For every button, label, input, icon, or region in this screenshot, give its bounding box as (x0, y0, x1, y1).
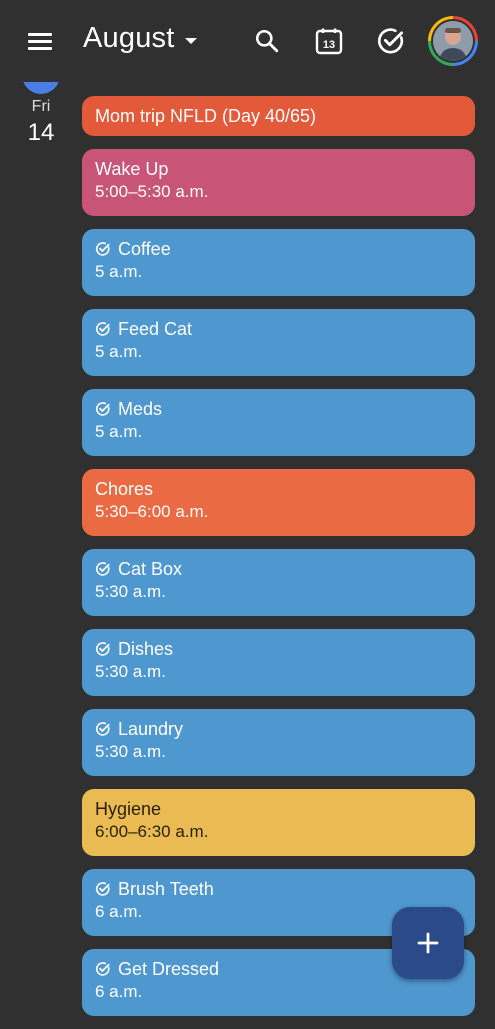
task-check-icon (95, 321, 111, 337)
menu-icon-line (28, 40, 52, 43)
event-title-text: Chores (95, 479, 154, 499)
task-check-icon (95, 401, 111, 417)
event-title-text: Hygiene (95, 799, 162, 819)
dropdown-arrow-icon (184, 37, 197, 44)
day-number: 14 (27, 119, 55, 146)
event-title: Brush Teeth (95, 878, 462, 900)
event-card[interactable]: Wake Up 5:00–5:30 a.m. (82, 149, 475, 216)
menu-icon-line (28, 33, 52, 36)
event-title-text: Wake Up (95, 159, 169, 179)
event-time: 5:30 a.m. (95, 662, 166, 681)
schedule-event-list: Mom trip NFLD (Day 40/65) Wake Up 5:00–5:3… (82, 96, 475, 1029)
task-card[interactable]: Meds 5 a.m. (82, 389, 475, 456)
event-title: Hygiene (95, 798, 462, 820)
event-time: 5 a.m. (95, 342, 143, 361)
task-card[interactable]: Laundry 5:30 a.m. (82, 709, 475, 776)
menu-button[interactable] (26, 28, 56, 54)
account-avatar[interactable] (428, 16, 478, 66)
month-selector[interactable]: August (83, 22, 197, 55)
task-check-icon (95, 961, 111, 977)
svg-text:13: 13 (323, 39, 335, 51)
event-title-text: Feed Cat (118, 319, 193, 339)
event-title-text: Mom trip NFLD (Day 40/65) (95, 106, 317, 126)
event-title-text: Coffee (118, 239, 171, 259)
task-check-icon (377, 28, 404, 54)
event-title: Feed Cat (95, 318, 462, 340)
event-title: Meds (95, 398, 462, 420)
task-card[interactable]: Cat Box 5:30 a.m. (82, 549, 475, 616)
search-button[interactable] (250, 24, 284, 58)
top-app-bar: August 13 (0, 0, 495, 82)
event-title: Chores (95, 478, 462, 500)
today-button[interactable]: 13 (312, 24, 346, 58)
task-check-icon (95, 561, 111, 577)
event-title-text: Laundry (118, 719, 184, 739)
event-card[interactable]: Chores 5:30–6:00 a.m. (82, 469, 475, 536)
event-title: Mom trip NFLD (Day 40/65) (95, 105, 462, 127)
menu-icon-line (28, 47, 52, 50)
event-title: Wake Up (95, 158, 462, 180)
avatar-ring (431, 19, 475, 63)
event-card[interactable]: Mom trip NFLD (Day 40/65) (82, 96, 475, 136)
day-of-week: Fri (31, 98, 51, 115)
event-title: Dishes (95, 638, 462, 660)
calendar-today-icon: 13 (315, 28, 343, 55)
event-time: 5:30 a.m. (95, 582, 166, 601)
day-header[interactable]: Fri 14 (14, 98, 68, 147)
event-time: 6:00–6:30 a.m. (95, 822, 209, 841)
event-title-text: Cat Box (118, 559, 183, 579)
create-event-button[interactable] (392, 907, 464, 979)
task-card[interactable]: Coffee 5 a.m. (82, 229, 475, 296)
event-time: 5:00–5:30 a.m. (95, 182, 209, 201)
event-card[interactable]: Hygiene 6:00–6:30 a.m. (82, 789, 475, 856)
event-time: 5 a.m. (95, 262, 143, 281)
search-icon (255, 29, 279, 53)
avatar-photo (433, 21, 473, 61)
event-title-text: Meds (118, 399, 163, 419)
event-time: 5:30–6:00 a.m. (95, 502, 209, 521)
task-check-icon (95, 641, 111, 657)
event-title: Laundry (95, 718, 462, 740)
event-title-text: Brush Teeth (118, 879, 214, 899)
plus-icon (417, 932, 439, 954)
task-card[interactable]: Feed Cat 5 a.m. (82, 309, 475, 376)
task-check-icon (95, 241, 111, 257)
task-check-icon (95, 721, 111, 737)
event-title-text: Get Dressed (118, 959, 220, 979)
task-card[interactable]: Dishes 5:30 a.m. (82, 629, 475, 696)
event-time: 5 a.m. (95, 422, 143, 441)
tasks-button[interactable] (374, 24, 408, 58)
event-time: 5:30 a.m. (95, 742, 166, 761)
event-title: Cat Box (95, 558, 462, 580)
month-title: August (83, 22, 175, 54)
task-check-icon (95, 881, 111, 897)
event-title: Coffee (95, 238, 462, 260)
event-title-text: Dishes (118, 639, 174, 659)
